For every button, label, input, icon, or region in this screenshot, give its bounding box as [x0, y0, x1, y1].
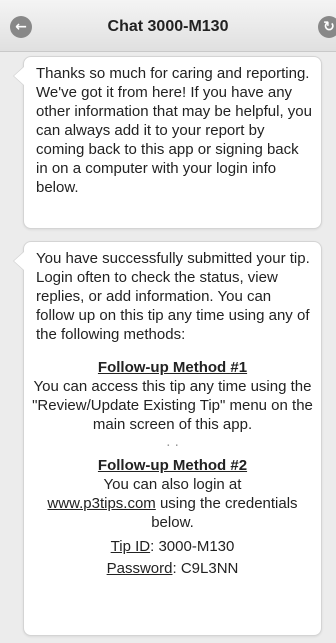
refresh-icon[interactable]: ↻: [318, 16, 336, 38]
bubble-tail: [14, 252, 24, 270]
method-2-heading: Follow-up Method #2: [97, 457, 248, 474]
method-2-text-after: using the credentials below.: [151, 495, 298, 531]
tip-id-row: Tip ID: 3000-M130: [110, 538, 235, 555]
chat-message-bubble: Thanks so much for caring and reporting.…: [13, 56, 322, 229]
method-1-heading: Follow-up Method #1: [97, 359, 248, 376]
password-row: Password: C9L3NN: [106, 560, 239, 577]
method-1-text: You can access this tip any time using t…: [32, 378, 313, 433]
back-arrow-icon[interactable]: ←: [10, 16, 32, 38]
separator-dots: . .: [166, 433, 179, 450]
message-text: Thanks so much for caring and reporting.…: [36, 65, 312, 196]
password-label: Password: [106, 560, 173, 577]
tip-id-value: 3000-M130: [158, 538, 235, 555]
method-2-text: You can also login at www.p3tips.com usi…: [32, 475, 313, 532]
message-intro: You have successfully submitted your tip…: [36, 250, 310, 343]
p3tips-link[interactable]: www.p3tips.com: [47, 495, 155, 512]
method-2-text-before: You can also login at: [103, 476, 242, 493]
page-title: Chat 3000-M130: [107, 18, 229, 35]
header-bar: ← Chat 3000-M130 ↻: [0, 0, 336, 52]
bubble-tail: [14, 67, 24, 85]
chat-message-bubble: You have successfully submitted your tip…: [13, 241, 322, 636]
tip-id-label: Tip ID: [110, 538, 151, 555]
password-value: C9L3NN: [180, 560, 239, 577]
